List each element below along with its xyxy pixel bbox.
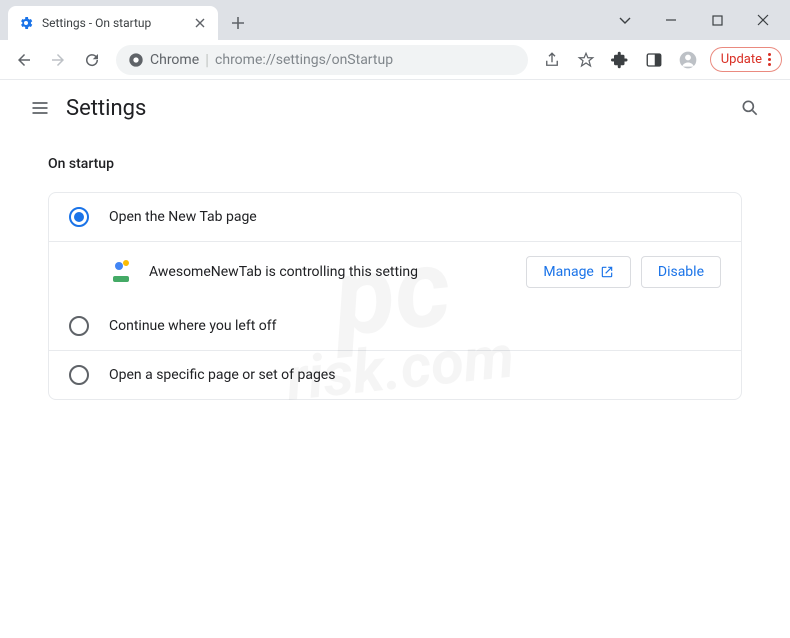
radio-label: Open a specific page or set of pages [109, 367, 335, 383]
close-window-button[interactable] [740, 4, 786, 36]
minimize-button[interactable] [648, 4, 694, 36]
maximize-button[interactable] [694, 4, 740, 36]
gear-icon [18, 15, 34, 31]
hamburger-menu-button[interactable] [20, 88, 60, 128]
extension-notice: AwesomeNewTab is controlling this settin… [49, 241, 741, 302]
close-tab-icon[interactable] [192, 15, 208, 31]
disable-button[interactable]: Disable [641, 256, 721, 288]
section-title: On startup [48, 156, 742, 172]
sidepanel-icon[interactable] [638, 44, 670, 76]
reload-button[interactable] [76, 44, 108, 76]
search-button[interactable] [730, 88, 770, 128]
manage-button[interactable]: Manage [526, 256, 630, 288]
startup-card: Open the New Tab page AwesomeNewTab is c… [48, 192, 742, 400]
addr-scheme: Chrome [150, 52, 199, 68]
extension-app-icon [109, 260, 133, 284]
page-title: Settings [66, 96, 146, 121]
settings-content: On startup Open the New Tab page Awesome… [0, 136, 790, 420]
chrome-logo-icon [128, 52, 144, 68]
chevron-down-icon[interactable] [602, 4, 648, 36]
settings-header: Settings [0, 80, 790, 136]
manage-label: Manage [543, 264, 593, 280]
open-in-new-icon [600, 265, 614, 279]
radio-label: Open the New Tab page [109, 209, 257, 225]
browser-tab[interactable]: Settings - On startup [8, 6, 218, 40]
radio-option-new-tab[interactable]: Open the New Tab page [49, 193, 741, 241]
browser-toolbar: Chrome | chrome://settings/onStartup Upd… [0, 40, 790, 80]
notice-text: AwesomeNewTab is controlling this settin… [149, 264, 526, 280]
radio-option-continue[interactable]: Continue where you left off [49, 302, 741, 350]
update-label: Update [721, 52, 762, 67]
radio-icon [69, 365, 89, 385]
titlebar: Settings - On startup [0, 0, 790, 40]
update-button[interactable]: Update [710, 47, 782, 72]
addr-url: chrome://settings/onStartup [215, 52, 393, 68]
radio-icon [69, 207, 89, 227]
disable-label: Disable [658, 264, 704, 280]
address-bar[interactable]: Chrome | chrome://settings/onStartup [116, 45, 528, 75]
window-controls [602, 0, 790, 40]
back-button[interactable] [8, 44, 40, 76]
new-tab-button[interactable] [224, 9, 252, 37]
bookmark-star-icon[interactable] [570, 44, 602, 76]
addr-separator: | [205, 50, 209, 69]
menu-dots-icon [768, 53, 771, 66]
radio-label: Continue where you left off [109, 318, 277, 334]
tab-title: Settings - On startup [42, 16, 192, 30]
profile-avatar-icon[interactable] [672, 44, 704, 76]
radio-option-specific[interactable]: Open a specific page or set of pages [49, 350, 741, 399]
share-icon[interactable] [536, 44, 568, 76]
radio-icon [69, 316, 89, 336]
extensions-icon[interactable] [604, 44, 636, 76]
forward-button[interactable] [42, 44, 74, 76]
